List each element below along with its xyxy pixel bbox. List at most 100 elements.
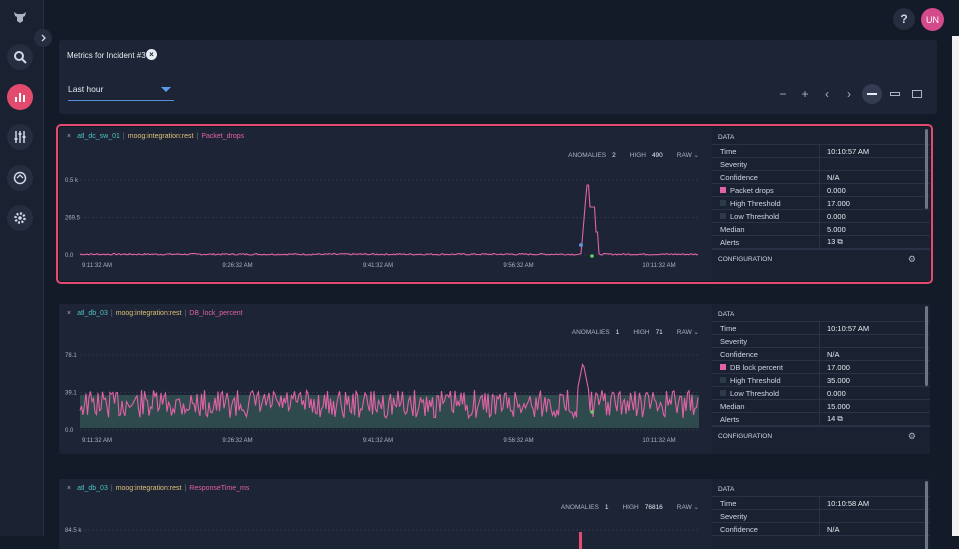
sliders-icon[interactable] bbox=[7, 124, 33, 150]
x-tick-label: 9:11:32 AM bbox=[82, 438, 112, 444]
anomaly-marker bbox=[590, 254, 594, 258]
data-row: Confidence N/A bbox=[712, 348, 930, 361]
time-range-value: Last hour bbox=[68, 84, 104, 94]
data-value: 10:10:57 AM bbox=[827, 323, 870, 333]
sidebar bbox=[0, 0, 44, 536]
x-tick-label: 10:11:32 AM bbox=[642, 438, 675, 444]
x-tick-label: 9:56:32 AM bbox=[503, 438, 533, 444]
data-row: High Threshold 35.000 bbox=[712, 374, 930, 387]
data-panel: DATA Time 10:10:57 AM Severity Confidence N/A… bbox=[712, 127, 930, 281]
data-key: Low Threshold bbox=[730, 388, 780, 398]
data-row: Time 10:10:57 AM bbox=[712, 145, 930, 158]
metric-chart[interactable]: 0.5 k 269.5 0.0 9:11:32 AM 9:26:32 AM 9:41:32… bbox=[59, 127, 709, 281]
y-tick-label: 0.0 bbox=[65, 253, 74, 259]
data-row: Confidence N/A bbox=[712, 523, 930, 536]
series-line bbox=[579, 532, 582, 549]
data-value: 15.000 bbox=[827, 401, 850, 411]
next-button[interactable]: › bbox=[841, 86, 857, 102]
layout-line-button[interactable] bbox=[862, 84, 882, 104]
data-key: Time bbox=[720, 498, 737, 508]
gear-icon[interactable]: ⚙ bbox=[908, 254, 916, 265]
cow-logo-icon[interactable] bbox=[7, 4, 33, 30]
legend-swatch[interactable] bbox=[720, 213, 726, 219]
legend-swatch[interactable] bbox=[720, 200, 726, 206]
configuration-label: CONFIGURATION bbox=[718, 256, 773, 263]
data-key: Alerts bbox=[720, 414, 740, 424]
data-key: Confidence bbox=[720, 524, 758, 534]
metrics-header: Metrics for Incident #3 × Last hour − + … bbox=[59, 40, 937, 114]
metric-card[interactable]: × atl_dc_sw_01 | moog:integration:rest | Pack… bbox=[56, 124, 933, 284]
configuration-header: CONFIGURATION ⚙ bbox=[712, 249, 930, 267]
data-row: Time 10:10:57 AM bbox=[712, 322, 930, 335]
legend-swatch[interactable] bbox=[720, 364, 726, 370]
data-header: DATA bbox=[712, 304, 930, 322]
x-tick-label: 9:56:32 AM bbox=[503, 263, 533, 269]
large-layout-icon bbox=[912, 90, 922, 98]
data-key: Severity bbox=[720, 336, 748, 346]
data-panel: DATA Time 10:10:58 AM Severity Confidence N/A bbox=[712, 479, 930, 549]
zoom-in-button[interactable]: + bbox=[797, 86, 813, 102]
gear-icon[interactable] bbox=[7, 205, 33, 231]
data-row: Severity bbox=[712, 335, 930, 348]
data-value: 5.000 bbox=[827, 224, 846, 234]
metric-card[interactable]: × atl_db_03 | moog:integration:rest | DB_lock… bbox=[59, 304, 930, 454]
legend-swatch[interactable] bbox=[720, 390, 726, 396]
data-row: High Threshold 17.000 bbox=[712, 197, 930, 210]
data-value[interactable]: 14 ⧉ bbox=[820, 414, 843, 424]
layout-compact-button[interactable] bbox=[887, 86, 903, 102]
metric-chart[interactable]: 84.5 k bbox=[59, 479, 709, 549]
zoom-out-button[interactable]: − bbox=[775, 86, 791, 102]
y-tick-label: 78.1 bbox=[65, 353, 77, 359]
y-tick-label: 269.5 bbox=[65, 216, 81, 222]
data-value: 17.000 bbox=[827, 198, 850, 208]
data-row: Severity bbox=[712, 158, 930, 171]
page-title: Metrics for Incident #3 bbox=[67, 51, 146, 60]
metric-chart[interactable]: 78.1 39.1 0.0 9:11:32 AM 9:26:32 AM 9:41:32 A… bbox=[59, 304, 709, 454]
data-value: 17.000 bbox=[827, 362, 850, 372]
data-row: Median 5.000 bbox=[712, 223, 930, 236]
legend-swatch[interactable] bbox=[720, 377, 726, 383]
data-key: Median bbox=[720, 401, 745, 411]
panel-scrollbar[interactable] bbox=[925, 129, 928, 209]
prev-button[interactable]: ‹ bbox=[819, 86, 835, 102]
data-row: Time 10:10:58 AM bbox=[712, 497, 930, 510]
data-value: 0.000 bbox=[827, 388, 846, 398]
data-row: Median 15.000 bbox=[712, 400, 930, 413]
data-row: Low Threshold 0.000 bbox=[712, 210, 930, 223]
metrics-icon[interactable] bbox=[7, 84, 33, 110]
data-value: 0.000 bbox=[827, 211, 846, 221]
sidebar-expand-button[interactable] bbox=[34, 29, 52, 47]
data-row: Confidence N/A bbox=[712, 171, 930, 184]
series-line bbox=[79, 184, 699, 256]
close-icon[interactable]: × bbox=[146, 49, 157, 60]
help-button[interactable]: ? bbox=[893, 8, 915, 30]
page-scrollbar[interactable] bbox=[952, 36, 959, 536]
data-row: Alerts 13 ⧉ bbox=[712, 236, 930, 249]
legend-swatch[interactable] bbox=[720, 187, 726, 193]
x-tick-label: 9:26:32 AM bbox=[222, 438, 252, 444]
data-key: Confidence bbox=[720, 349, 758, 359]
layout-large-button[interactable] bbox=[909, 86, 925, 102]
data-header: DATA bbox=[712, 479, 930, 497]
data-key: Median bbox=[720, 224, 745, 234]
metric-card[interactable]: × atl_db_03 | moog:integration:rest | Respons… bbox=[59, 479, 930, 549]
data-value[interactable]: 13 ⧉ bbox=[820, 237, 843, 247]
data-key: Packet drops bbox=[730, 185, 774, 195]
time-range-select[interactable]: Last hour bbox=[68, 84, 174, 101]
panel-scrollbar[interactable] bbox=[925, 481, 928, 549]
data-value: N/A bbox=[827, 172, 840, 182]
data-key: Low Threshold bbox=[730, 211, 780, 221]
line-layout-icon bbox=[867, 93, 877, 95]
chevron-right-icon bbox=[41, 34, 46, 42]
data-key: Time bbox=[720, 323, 737, 333]
search-icon[interactable] bbox=[7, 44, 33, 70]
y-tick-label: 39.1 bbox=[65, 391, 77, 397]
gear-icon[interactable]: ⚙ bbox=[908, 431, 916, 442]
data-row: DB lock percent 17.000 bbox=[712, 361, 930, 374]
data-key: Confidence bbox=[720, 172, 758, 182]
sync-icon[interactable] bbox=[7, 165, 33, 191]
data-key: Severity bbox=[720, 159, 748, 169]
data-key: High Threshold bbox=[730, 198, 781, 208]
panel-scrollbar[interactable] bbox=[925, 306, 928, 386]
avatar[interactable]: UN bbox=[921, 8, 944, 31]
